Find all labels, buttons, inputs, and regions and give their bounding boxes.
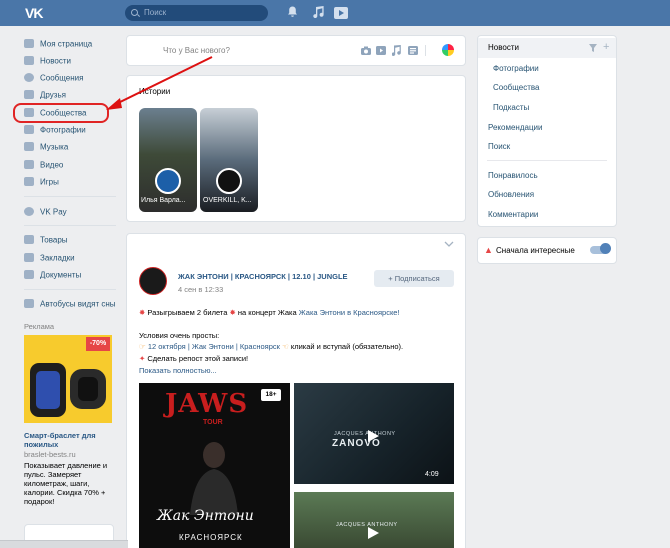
story-avatar <box>155 168 181 194</box>
sidebar-item-video[interactable]: Видео <box>24 156 124 173</box>
video-icon <box>24 160 34 170</box>
filter-comments[interactable]: Комментарии <box>488 205 608 225</box>
rocket-icon <box>24 177 34 187</box>
annotation-arrow <box>106 56 213 110</box>
music-icon[interactable] <box>391 45 401 58</box>
divider <box>24 196 116 197</box>
video-icon[interactable] <box>376 46 386 57</box>
play-icon[interactable] <box>334 7 348 22</box>
filter-recommendations[interactable]: Рекомендации <box>488 118 608 138</box>
fire-icon: ▲ <box>484 245 493 255</box>
pin-icon: ✦ <box>139 354 146 363</box>
filter-search[interactable]: Поиск <box>488 137 608 157</box>
burst-icon: ✸ <box>229 308 236 317</box>
ad-domain: braslet-bests.ru <box>24 450 76 459</box>
filter-updates[interactable]: Обновления <box>488 185 608 205</box>
music-icon[interactable] <box>313 6 324 21</box>
divider <box>425 45 426 56</box>
filter-communities[interactable]: Сообщества <box>493 78 613 98</box>
star-icon <box>24 253 34 263</box>
poster-city: КРАСНОЯРСК <box>179 533 243 542</box>
vk-pay-icon <box>24 207 34 217</box>
filter-podcasts[interactable]: Подкасты <box>493 98 613 118</box>
palette-icon[interactable] <box>442 44 454 56</box>
poster-name: Жак Энтони <box>157 508 254 524</box>
group-icon <box>24 299 34 309</box>
sidebar-item-documents[interactable]: Документы <box>24 266 124 283</box>
show-more-link[interactable]: Показать полностью... <box>139 366 217 375</box>
bell-icon[interactable] <box>287 6 298 21</box>
post-text-line-3: ☞ 12 октября | Жак Энтони | Красноярск ☜… <box>139 342 404 351</box>
story-label: Илья Варла... <box>141 197 186 204</box>
interesting-label: Сначала интересные <box>496 246 575 255</box>
chevron-down-icon[interactable] <box>444 240 454 249</box>
pointing-hand-icon: ☞ <box>139 342 146 351</box>
post-video-1[interactable]: JACQUES ANTHONY ZANOVO 4:09 <box>294 383 454 484</box>
post-author-avatar[interactable] <box>139 267 167 295</box>
sidebar-item-bookmarks[interactable]: Закладки <box>24 249 124 266</box>
post-author[interactable]: ЖАК ЭНТОНИ | КРАСНОЯРСК | 12.10 | JUNGLE <box>178 272 348 281</box>
highlight-ring <box>13 103 109 123</box>
search-input[interactable]: Поиск <box>125 5 268 21</box>
divider <box>24 289 116 290</box>
filter-photos[interactable]: Фотографии <box>493 59 613 79</box>
story-label: OVERKILL, K... <box>203 197 252 204</box>
ad-label: Реклама <box>24 322 55 331</box>
news-icon <box>24 56 34 66</box>
document-icon <box>24 270 34 280</box>
post-poster-image[interactable]: JAWS TOUR 18+ Жак Энтони КРАСНОЯРСК <box>139 383 290 548</box>
ad-title[interactable]: Смарт-браслет для пожилых <box>24 431 114 449</box>
sidebar-item-games[interactable]: Игры <box>24 173 124 190</box>
age-badge: 18+ <box>261 389 281 401</box>
post-text-line-4: ✦ Сделать репост этой записи! <box>139 354 249 363</box>
vk-logo[interactable]: VK <box>25 4 47 22</box>
burst-icon: ✸ <box>139 308 146 317</box>
ad-discount-badge: -70% <box>86 337 110 351</box>
sidebar-item-goods[interactable]: Товары <box>24 231 124 248</box>
bag-icon <box>24 235 34 245</box>
camera-icon <box>24 125 34 135</box>
pointing-hand-icon: ☜ <box>282 342 289 351</box>
more-icon[interactable] <box>408 46 418 57</box>
note-icon <box>24 142 34 152</box>
ad-text: Показывает давление и пульс. Замеряет ки… <box>24 461 108 506</box>
video-duration: 4:09 <box>425 471 439 478</box>
divider <box>487 160 607 161</box>
sidebar-item-music[interactable]: Музыка <box>24 138 124 155</box>
composer-input[interactable]: Что у Вас нового? <box>163 46 230 55</box>
add-icon[interactable]: + <box>603 42 609 53</box>
subscribe-button[interactable]: + Подписаться <box>374 270 454 287</box>
play-icon[interactable] <box>366 429 380 445</box>
sidebar-item-photos[interactable]: Фотографии <box>24 121 124 138</box>
home-icon <box>24 39 34 49</box>
search-icon <box>131 9 138 16</box>
horizontal-scrollbar[interactable] <box>0 540 128 548</box>
filter-liked[interactable]: Понравилось <box>488 166 608 186</box>
post-date[interactable]: 4 сен в 12:33 <box>178 285 223 294</box>
sidebar-item-my-page[interactable]: Моя страница <box>24 35 124 52</box>
toggle-knob <box>600 243 611 254</box>
filter-icon[interactable] <box>589 44 597 54</box>
friend-icon <box>24 90 34 100</box>
post-text-line-2: Условия очень просты: <box>139 331 220 340</box>
divider <box>24 225 116 226</box>
poster-subtitle: TOUR <box>203 419 223 426</box>
video-artist: JACQUES ANTHONY <box>334 431 396 437</box>
post-text-line-1: ✸ Разыгрываем 2 билета ✸ на концерт Жака… <box>139 308 400 317</box>
play-icon[interactable] <box>366 526 380 542</box>
post-video-2[interactable]: JACQUES ANTHONY <box>294 492 454 548</box>
message-icon <box>24 73 34 83</box>
story-avatar <box>216 168 242 194</box>
sidebar-item-vk-pay[interactable]: VK Pay <box>24 203 124 220</box>
poster-title: JAWS <box>165 389 249 419</box>
camera-icon[interactable] <box>361 46 371 57</box>
sidebar-item-group[interactable]: Автобусы видят сны <box>24 295 134 312</box>
